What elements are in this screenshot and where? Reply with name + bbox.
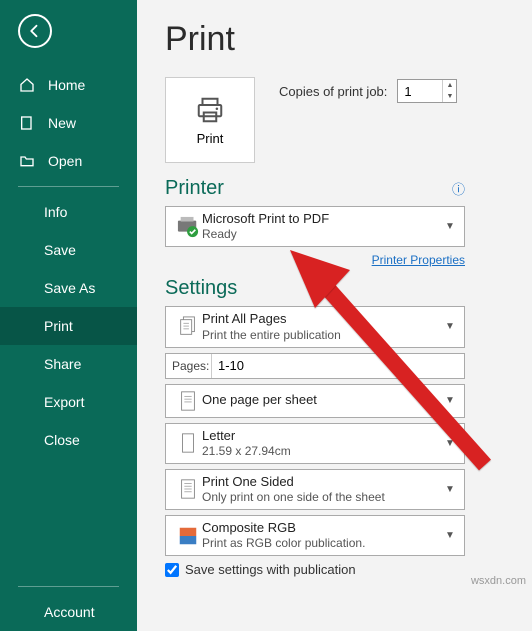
chevron-down-icon: ▼ — [444, 438, 456, 449]
chevron-down-icon: ▼ — [444, 484, 456, 495]
nav-divider — [18, 186, 119, 187]
spinner-up[interactable]: ▲ — [443, 80, 456, 91]
pages-range-row: Pages: — [165, 353, 465, 379]
nav-open-label: Open — [48, 153, 82, 169]
paper-size-dropdown[interactable]: Letter 21.59 x 27.94cm ▼ — [165, 423, 465, 464]
settings-section-head: Settings — [165, 277, 465, 300]
settings-section-title: Settings — [165, 277, 237, 300]
nav-divider-2 — [18, 586, 119, 587]
nav-new-label: New — [48, 115, 76, 131]
chevron-down-icon: ▼ — [444, 321, 456, 332]
printer-ready-icon — [174, 216, 202, 238]
one-sided-icon — [174, 477, 202, 501]
print-range-dropdown[interactable]: Print All Pages Print the entire publica… — [165, 306, 465, 347]
sided-dropdown[interactable]: Print One Sided Only print on one side o… — [165, 469, 465, 510]
printer-name: Microsoft Print to PDF — [202, 211, 444, 227]
nav-open[interactable]: Open — [0, 142, 137, 180]
spinner-down[interactable]: ▼ — [443, 91, 456, 102]
printer-properties-link[interactable]: Printer Properties — [372, 253, 465, 267]
nav-home-label: Home — [48, 77, 85, 93]
pages-input[interactable] — [212, 354, 464, 378]
nav-home[interactable]: Home — [0, 66, 137, 104]
copies-label: Copies of print job: — [279, 84, 387, 99]
color-dropdown[interactable]: Composite RGB Print as RGB color publica… — [165, 515, 465, 556]
print-big-button[interactable]: Print — [165, 77, 255, 163]
save-with-pub-checkbox[interactable] — [165, 563, 179, 577]
copies-row: Copies of print job: ▲ ▼ — [279, 79, 457, 103]
back-button[interactable] — [18, 14, 52, 48]
nav-save[interactable]: Save — [0, 231, 137, 269]
copies-input[interactable] — [398, 80, 442, 102]
nav-account[interactable]: Account — [0, 593, 137, 631]
nav-info[interactable]: Info — [0, 193, 137, 231]
save-with-pub-row[interactable]: Save settings with publication — [165, 562, 504, 577]
watermark: wsxdn.com — [471, 575, 526, 587]
nav-print[interactable]: Print — [0, 307, 137, 345]
printer-dropdown[interactable]: Microsoft Print to PDF Ready ▼ — [165, 206, 465, 247]
page-title: Print — [165, 20, 504, 59]
nav-share[interactable]: Share — [0, 345, 137, 383]
copies-spinner[interactable]: ▲ ▼ — [397, 79, 457, 103]
page-icon — [174, 431, 202, 455]
pages-label: Pages: — [166, 354, 212, 378]
main-panel: Print Print Copies of print job: ▲ ▼ Pri… — [137, 0, 532, 631]
home-icon — [18, 77, 36, 93]
pages-per-sheet-dropdown[interactable]: One page per sheet ▼ — [165, 384, 465, 418]
printer-props-row: Printer Properties — [165, 251, 465, 269]
spinner-arrows: ▲ ▼ — [442, 80, 456, 102]
open-icon — [18, 153, 36, 169]
multi-page-icon — [174, 315, 202, 339]
back-arrow-icon — [26, 22, 44, 40]
rgb-icon — [174, 525, 202, 547]
nav-close[interactable]: Close — [0, 421, 137, 459]
printer-section-head: Printer ⓘ — [165, 177, 465, 200]
printer-status: Ready — [202, 227, 444, 242]
backstage-sidebar: Home New Open Info Save Save As Print Sh… — [0, 0, 137, 631]
save-with-pub-label: Save settings with publication — [185, 562, 356, 577]
new-icon — [18, 115, 36, 131]
chevron-down-icon: ▼ — [444, 221, 456, 232]
nav-new[interactable]: New — [0, 104, 137, 142]
printer-section-title: Printer — [165, 177, 224, 200]
print-button-label: Print — [197, 131, 224, 146]
info-icon[interactable]: ⓘ — [452, 179, 465, 198]
printer-icon — [193, 95, 227, 125]
one-page-icon — [174, 389, 202, 413]
chevron-down-icon: ▼ — [444, 530, 456, 541]
top-row: Print Copies of print job: ▲ ▼ — [165, 77, 504, 163]
nav-export[interactable]: Export — [0, 383, 137, 421]
nav-saveas[interactable]: Save As — [0, 269, 137, 307]
chevron-down-icon: ▼ — [444, 395, 456, 406]
